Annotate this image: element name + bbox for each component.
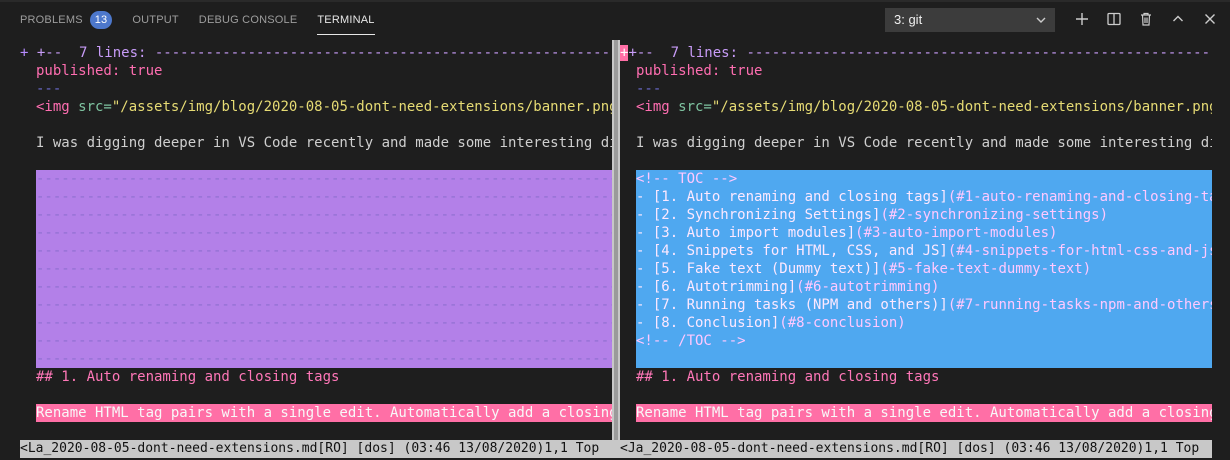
tab-output[interactable]: OUTPUT xyxy=(132,9,178,31)
filler-line: ----------------------------------------… xyxy=(36,171,612,187)
tab-terminal[interactable]: TERMINAL xyxy=(317,9,375,35)
heading-line: ## 1. Auto renaming and closing tags xyxy=(636,369,940,385)
frontmatter-end: --- xyxy=(36,81,62,97)
filler-line: ----------------------------------------… xyxy=(36,315,612,331)
filler-line: ----------------------------------------… xyxy=(36,243,612,259)
panel-header: PROBLEMS 13 OUTPUT DEBUG CONSOLE TERMINA… xyxy=(0,0,1230,40)
published-line: published: true xyxy=(636,63,763,79)
right-diff-pane[interactable]: ++-- 7 lines: --------------------------… xyxy=(620,40,1212,440)
toc-item: - [4. Snippets for HTML, CSS, and JS](#4… xyxy=(636,243,1212,259)
intro-line: I was digging deeper in VS Code recently… xyxy=(36,135,612,151)
terminal-select[interactable]: 3: git xyxy=(885,8,1055,32)
tab-debug-console[interactable]: DEBUG CONSOLE xyxy=(199,9,298,31)
toc-item: - [6. Autotrimming](#6-autotrimming) xyxy=(636,279,940,295)
frontmatter-end: --- xyxy=(636,81,662,97)
left-diff-pane[interactable]: + +-- 7 lines: -------------------------… xyxy=(20,40,612,440)
filler-line: ----------------------------------------… xyxy=(36,189,612,205)
img-line: <img src="/assets/img/blog/2020-08-05-do… xyxy=(636,99,1212,115)
status-gap xyxy=(612,440,620,458)
top-strip xyxy=(0,0,1230,2)
tab-debug-console-label: DEBUG CONSOLE xyxy=(198,14,298,26)
toc-close-line: <!-- /TOC --> xyxy=(636,333,746,349)
problems-count-badge: 13 xyxy=(89,11,113,29)
heading-line: ## 1. Auto renaming and closing tags xyxy=(36,369,340,385)
chevron-down-icon xyxy=(1034,9,1048,31)
terminal-select-value: 3: git xyxy=(894,12,923,27)
toc-item: - [5. Fake text (Dummy text)](#5-fake-te… xyxy=(636,261,1092,277)
vertical-split-divider[interactable] xyxy=(612,40,620,440)
terminal-area[interactable]: + +-- 7 lines: -------------------------… xyxy=(0,40,1230,460)
right-status-line: <Ja_2020-08-05-dont-need-extensions.md[R… xyxy=(620,440,1212,458)
published-line: published: true xyxy=(36,63,163,79)
toc-item: - [1. Auto renaming and closing tags](#1… xyxy=(636,189,1212,205)
toc-item: - [2. Synchronizing Settings](#2-synchro… xyxy=(636,207,1109,223)
plus-icon[interactable] xyxy=(1066,8,1098,30)
close-icon[interactable] xyxy=(1194,8,1226,30)
filler-line: ----------------------------------------… xyxy=(36,279,612,295)
tab-output-label: OUTPUT xyxy=(132,14,179,26)
terminal-actions xyxy=(1066,8,1226,30)
deleted-block: ----------------------------------------… xyxy=(36,170,612,368)
filler-line: ----------------------------------------… xyxy=(36,351,612,367)
intro-line: I was digging deeper in VS Code recently… xyxy=(636,135,1212,151)
fold-text: +-- 7 lines: ---------------------------… xyxy=(628,45,1212,61)
trash-icon[interactable] xyxy=(1130,8,1162,30)
added-block: <!-- TOC --> - [1. Auto renaming and clo… xyxy=(636,170,1212,368)
chevron-up-icon[interactable] xyxy=(1162,8,1194,30)
filler-line: ----------------------------------------… xyxy=(36,333,612,349)
changed-line: Rename HTML tag pairs with a single edit… xyxy=(36,404,612,422)
left-status-line: <La_2020-08-05-dont-need-extensions.md[R… xyxy=(20,440,612,458)
filler-line: ----------------------------------------… xyxy=(36,297,612,313)
img-line: <img src="/assets/img/blog/2020-08-05-do… xyxy=(36,99,612,115)
fold-line: + +-- 7 lines: -------------------------… xyxy=(20,44,612,62)
tab-problems-label: PROBLEMS xyxy=(20,14,83,26)
changed-line: Rename HTML tag pairs with a single edit… xyxy=(636,404,1212,422)
filler-line: ----------------------------------------… xyxy=(36,207,612,223)
split-icon[interactable] xyxy=(1098,8,1130,30)
diff-sign: + xyxy=(20,45,29,61)
tab-terminal-label: TERMINAL xyxy=(317,14,375,26)
toc-item: - [7. Running tasks (NPM and others)](#7… xyxy=(636,297,1212,313)
toc-item: - [3. Auto import modules](#3-auto-impor… xyxy=(636,225,1058,241)
filler-line: ----------------------------------------… xyxy=(36,225,612,241)
panel-tabs: PROBLEMS 13 OUTPUT DEBUG CONSOLE TERMINA… xyxy=(20,9,395,35)
fold-text: +-- 7 lines: ---------------------------… xyxy=(36,45,612,61)
toc-item: - [8. Conclusion](#8-conclusion) xyxy=(636,315,906,331)
toc-open-line: <!-- TOC --> xyxy=(636,171,738,187)
fold-line: ++-- 7 lines: --------------------------… xyxy=(620,44,1212,62)
tab-problems[interactable]: PROBLEMS 13 xyxy=(20,9,113,31)
filler-line: ----------------------------------------… xyxy=(36,261,612,277)
